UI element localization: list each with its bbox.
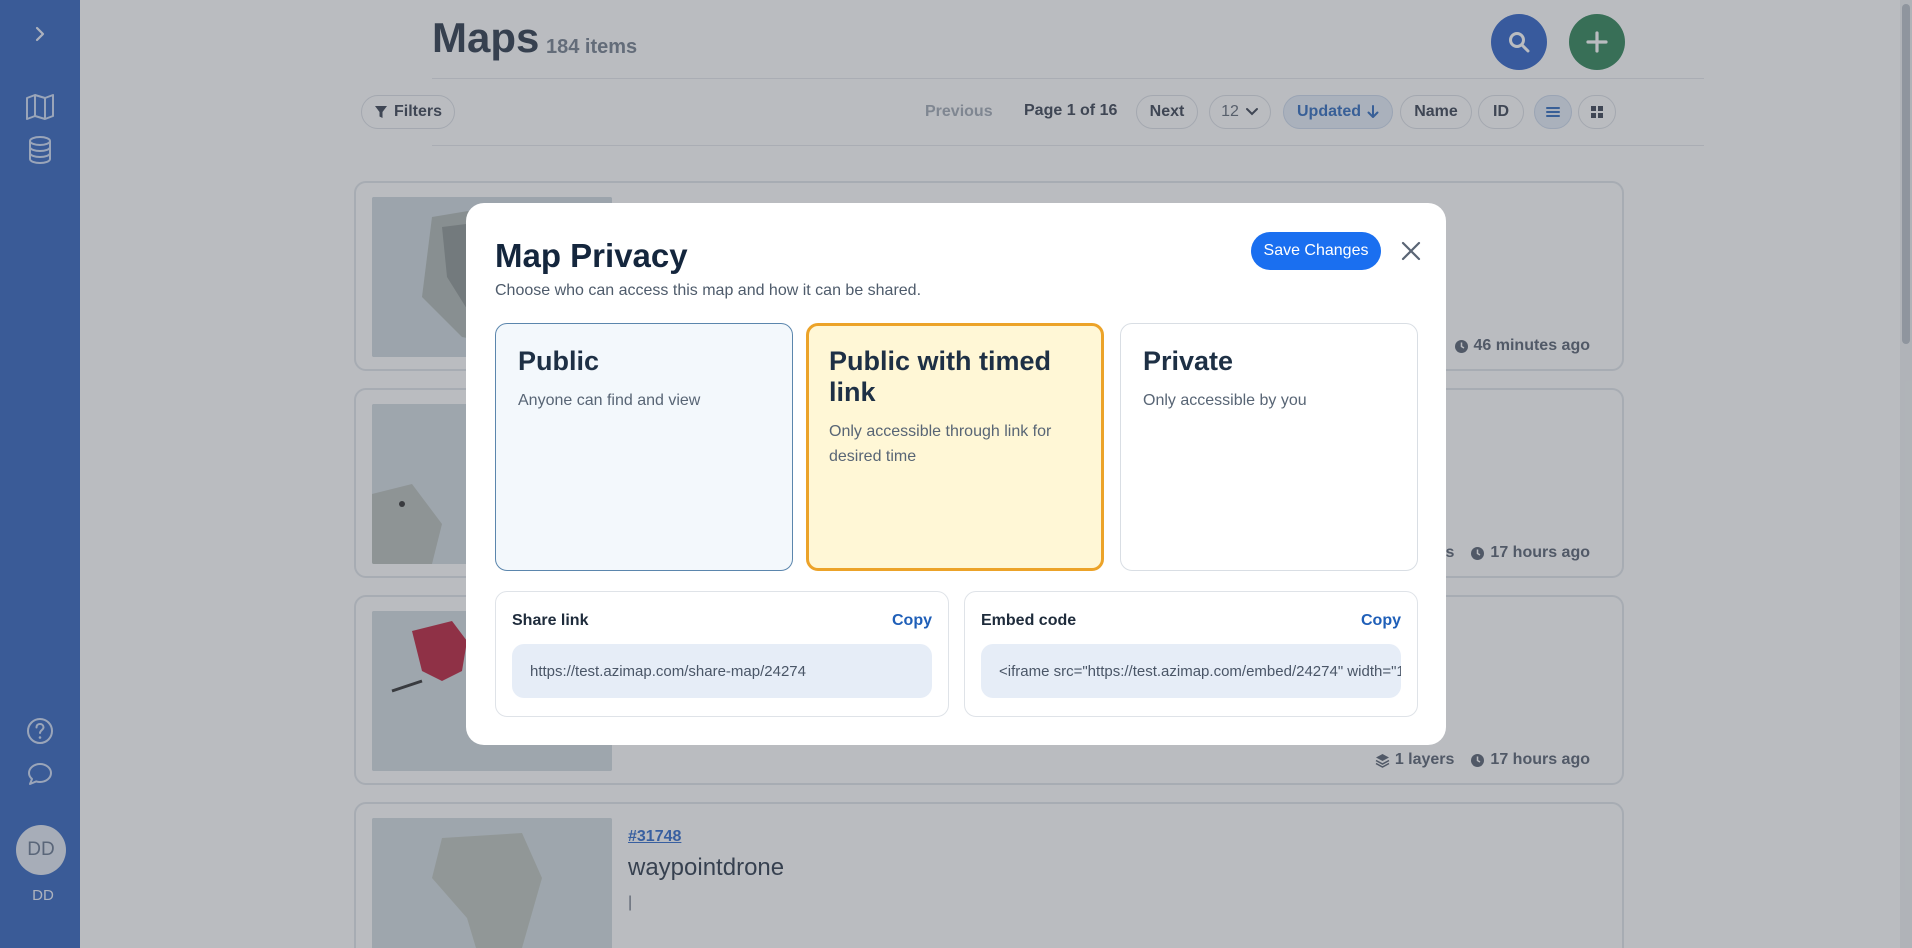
share-link-panel: Share link Copy https://test.azimap.com/…: [495, 591, 949, 717]
privacy-option-private[interactable]: Private Only accessible by you: [1120, 323, 1418, 571]
option-title: Private: [1143, 346, 1234, 376]
map-privacy-dialog: Map Privacy Choose who can access this m…: [466, 203, 1446, 745]
option-description: Only accessible by you: [1143, 392, 1307, 410]
close-button[interactable]: [1396, 236, 1426, 266]
option-description: Anyone can find and view: [518, 392, 701, 410]
option-title: Public with timed link: [829, 346, 1052, 408]
embed-code-field[interactable]: <iframe src="https://test.azimap.com/emb…: [981, 644, 1401, 698]
option-description: Only accessible through link for desired…: [829, 423, 1052, 465]
close-icon: [1401, 241, 1421, 261]
embed-code-panel: Embed code Copy <iframe src="https://tes…: [964, 591, 1418, 717]
option-title: Public: [518, 346, 600, 376]
privacy-option-timed-link[interactable]: Public with timed link Only accessible t…: [806, 323, 1104, 571]
share-link-label: Share link: [512, 612, 589, 629]
copy-share-link-button[interactable]: Copy: [892, 612, 932, 630]
save-changes-button[interactable]: Save Changes: [1251, 232, 1381, 270]
copy-embed-code-button[interactable]: Copy: [1361, 612, 1401, 630]
dialog-subtitle: Choose who can access this map and how i…: [495, 282, 922, 299]
embed-code-label: Embed code: [981, 612, 1077, 629]
share-link-field[interactable]: https://test.azimap.com/share-map/24274: [512, 644, 932, 698]
privacy-option-public[interactable]: Public Anyone can find and view: [495, 323, 793, 571]
dialog-title: Map Privacy: [495, 237, 688, 274]
